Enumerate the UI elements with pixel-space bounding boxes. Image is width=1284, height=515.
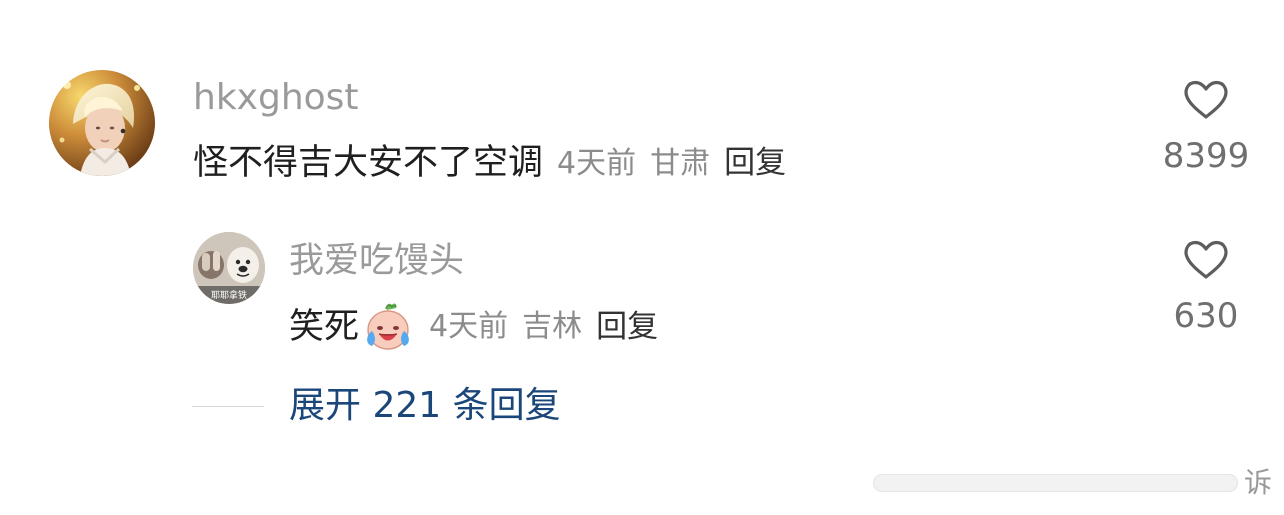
expand-replies-row[interactable]: 展开 221 条回复 bbox=[192, 388, 561, 424]
watermark: 诉 bbox=[872, 466, 1272, 499]
reply-button-reply[interactable]: 回复 bbox=[596, 311, 658, 343]
comment-item-main: hkxghost 怪不得吉大安不了空调 4天前 甘肃 回复 8399 bbox=[0, 0, 1284, 200]
avatar-caption: 耶耶拿铁 bbox=[211, 289, 247, 301]
heart-icon bbox=[1184, 80, 1228, 119]
like-count-main: 8399 bbox=[1162, 136, 1250, 176]
expand-divider bbox=[192, 405, 264, 407]
comment-text-main: 怪不得吉大安不了空调 bbox=[193, 143, 544, 183]
comment-text-reply: 笑死 bbox=[289, 306, 360, 347]
comment-content-reply: 笑死 4天前 吉林 回复 bbox=[289, 300, 658, 354]
username-reply[interactable]: 我爱吃馒头 bbox=[289, 244, 464, 279]
comment-item-reply: 耶耶拿铁 我爱吃馒头 笑死 4天前 吉林 回复 630 bbox=[0, 210, 1284, 350]
comment-content-main: 怪不得吉大安不了空调 4天前 甘肃 回复 bbox=[193, 146, 786, 181]
profile-avatar-icon bbox=[49, 70, 155, 176]
heart-icon bbox=[1184, 240, 1228, 279]
comment-time-main: 4天前 bbox=[557, 145, 637, 181]
avatar-reply[interactable]: 耶耶拿铁 bbox=[193, 232, 265, 304]
reply-button-main[interactable]: 回复 bbox=[724, 148, 786, 179]
watermark-bar bbox=[872, 474, 1238, 492]
comment-location-reply: 吉林 bbox=[522, 309, 583, 344]
comment-location-main: 甘肃 bbox=[650, 145, 711, 181]
avatar-main[interactable] bbox=[49, 70, 155, 176]
like-count-reply: 630 bbox=[1173, 296, 1239, 336]
like-button-main[interactable]: 8399 bbox=[1156, 78, 1256, 173]
like-button-reply[interactable]: 630 bbox=[1156, 238, 1256, 333]
watermark-text: 诉 bbox=[1243, 466, 1272, 499]
comment-time-reply: 4天前 bbox=[429, 309, 509, 344]
username-main[interactable]: hkxghost bbox=[193, 80, 359, 116]
expand-replies-button[interactable]: 展开 221 条回复 bbox=[289, 388, 561, 424]
laughing-crying-emoji-icon bbox=[367, 303, 409, 350]
dog-avatar-icon: 耶耶拿铁 bbox=[193, 232, 265, 304]
